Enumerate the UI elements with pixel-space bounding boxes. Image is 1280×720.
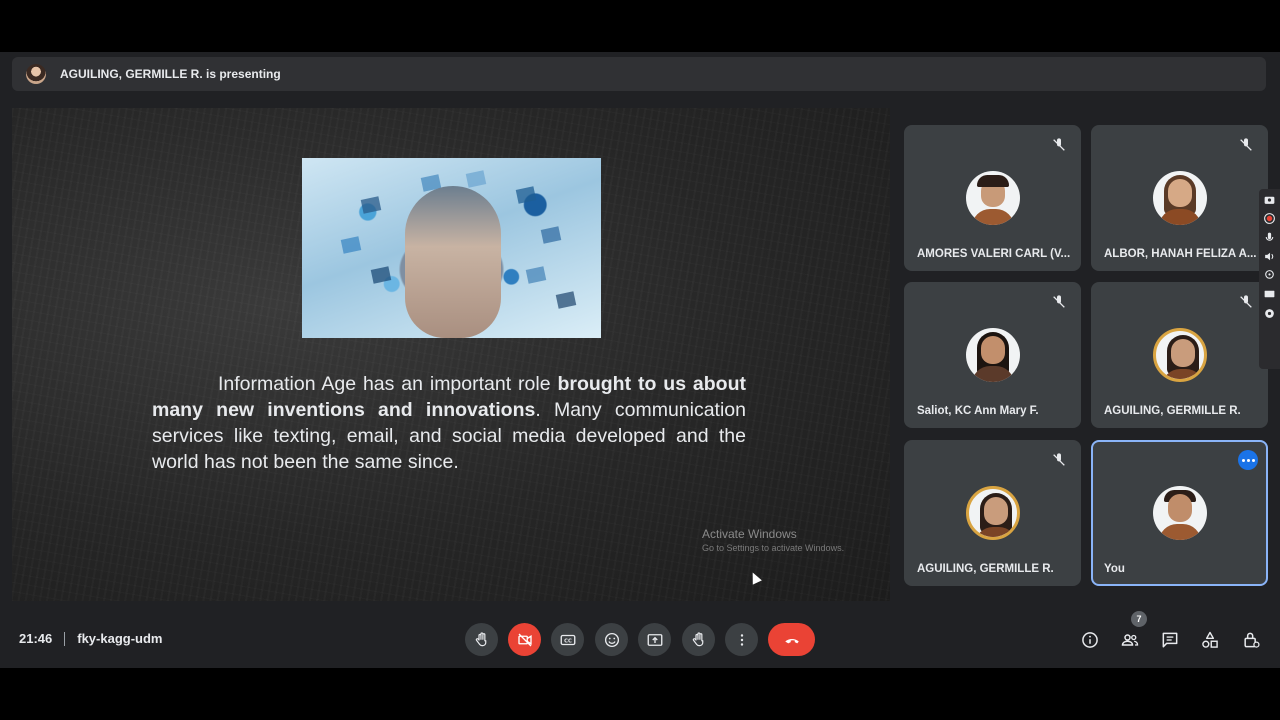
camera-off-icon [517,633,532,646]
meeting-details-button[interactable] [1079,629,1101,651]
leave-call-button[interactable] [768,623,815,656]
self-tile[interactable]: You [1091,440,1268,586]
activate-windows-watermark: Activate Windows Go to Settings to activ… [702,527,844,553]
info-icon [1082,632,1098,648]
letterbox-top [0,0,1280,52]
screen-icon[interactable] [1263,288,1276,301]
mic-off-icon [1053,138,1065,151]
meeting-time: 21:46 [19,631,53,646]
activate-subtitle: Go to Settings to activate Windows. [702,543,845,553]
separator [64,631,66,646]
participant-name: You [1104,563,1125,575]
meeting-info: 21:46 fky-kagg-udm [19,631,162,646]
emoji-button[interactable] [595,623,628,656]
mic-off-icon [1240,138,1252,151]
record-icon[interactable] [1263,212,1276,225]
mic-off-icon [1053,453,1065,466]
present-icon [647,633,662,646]
captions-button[interactable]: CC [551,623,584,656]
participant-tile[interactable]: ALBOR, HANAH FELIZA A... [1091,125,1268,271]
presentation-stage: Information Age has an important role br… [12,108,890,601]
slide-image [302,158,601,338]
meet-window: AGUILING, GERMILLE R. is presenting Info… [0,52,1280,668]
activate-title: Activate Windows [702,527,797,541]
hand-icon [692,631,703,646]
participant-name: Saliot, KC Ann Mary F. [917,405,1039,417]
meeting-code[interactable]: fky-kagg-udm [77,631,162,646]
participant-name: ALBOR, HANAH FELIZA A... [1104,248,1257,260]
host-controls-icon [1244,632,1260,648]
more-options-icon [740,633,743,646]
slide-text-intro: Information Age has an important role [218,373,558,395]
webcam-icon[interactable] [1263,269,1276,282]
presenting-banner: AGUILING, GERMILLE R. is presenting [12,57,1266,91]
present-button[interactable] [638,623,671,656]
hand-button[interactable] [682,623,715,656]
mic-icon[interactable] [1263,231,1276,244]
chat-button[interactable] [1159,629,1181,651]
svg-text:CC: CC [564,638,572,644]
activities-icon [1202,631,1218,648]
hang-up-icon [784,638,799,643]
raise-hand-icon [475,631,486,646]
host-controls-button[interactable] [1240,629,1262,651]
presenting-text: AGUILING, GERMILLE R. is presenting [60,67,281,81]
bottom-control-bar: 21:46 fky-kagg-udm CC 7 [0,611,1280,668]
avatar [1152,486,1207,540]
chat-icon [1162,632,1178,648]
avatar [965,328,1020,382]
avatar [1152,171,1207,225]
participant-name: AGUILING, GERMILLE R. [917,563,1054,575]
head-figure [405,186,501,338]
more-options-icon[interactable] [1238,450,1258,470]
settings-gear-icon[interactable] [1263,307,1276,320]
participants-count-badge: 7 [1131,611,1147,627]
raise-hand-button[interactable] [465,623,498,656]
participant-tile[interactable]: AGUILING, GERMILLE R. [904,440,1081,586]
avatar [965,486,1020,540]
participant-tile[interactable]: AGUILING, GERMILLE R. [1091,282,1268,428]
avatar [965,171,1020,225]
avatar [1152,328,1207,382]
more-options-button[interactable] [725,623,758,656]
captions-icon: CC [560,634,575,645]
speaker-icon[interactable] [1263,250,1276,263]
extension-toolbar [1259,189,1280,369]
camera-toggle-button[interactable] [508,623,541,656]
participant-tile[interactable]: Saliot, KC Ann Mary F. [904,282,1081,428]
people-button[interactable] [1119,629,1141,651]
emoji-icon [604,632,619,647]
letterbox-bottom [0,668,1280,720]
camera-icon[interactable] [1263,193,1276,206]
participant-tile[interactable]: AMORES VALERI CARL (V... [904,125,1081,271]
mic-off-icon [1053,295,1065,308]
mic-off-icon [1240,295,1252,308]
participant-name: AMORES VALERI CARL (V... [917,248,1071,260]
activities-button[interactable] [1199,629,1221,651]
people-icon [1121,634,1139,646]
slide-text: Information Age has an important role br… [152,371,746,475]
presenter-avatar [26,64,46,84]
participant-name: AGUILING, GERMILLE R. [1104,405,1241,417]
mouse-cursor-icon [748,570,762,585]
